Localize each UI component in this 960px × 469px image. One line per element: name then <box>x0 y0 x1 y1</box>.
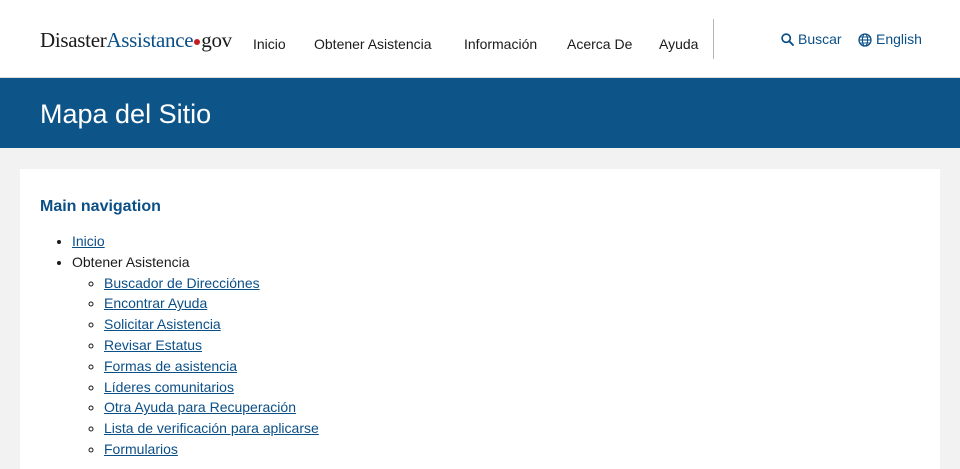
sitemap-subitem: Formularios <box>104 439 319 460</box>
sitemap-link-buscador[interactable]: Buscador de Direcciónes <box>104 275 260 291</box>
sitemap-link-lideres[interactable]: Líderes comunitarios <box>104 379 234 395</box>
logo-text-gov: gov <box>201 28 232 52</box>
nav-divider <box>713 19 714 59</box>
logo-text-disaster: Disaster <box>40 28 107 52</box>
search-button[interactable]: Buscar <box>781 31 842 48</box>
language-label: English <box>876 31 922 47</box>
page-title: Mapa del Sitio <box>40 99 212 129</box>
logo-text-assistance: Assistance <box>106 28 194 52</box>
sitemap-item: Inicio <box>72 231 319 252</box>
sitemap-subitem: Buscador de Direcciónes <box>104 273 319 294</box>
sitemap-card: Main navigation Inicio Obtener Asistenci… <box>20 169 940 469</box>
sitemap-link-otra-ayuda[interactable]: Otra Ayuda para Recuperación <box>104 399 296 415</box>
site-header: DisasterAssistance gov Inicio Obtener Asi… <box>0 0 960 78</box>
sitemap-sublist: Buscador de Direcciónes Encontrar Ayuda … <box>72 273 319 460</box>
sitemap-link-inicio[interactable]: Inicio <box>72 233 105 249</box>
nav-obtener-asistencia[interactable]: Obtener Asistencia <box>314 36 432 53</box>
page-banner: Mapa del Sitio <box>0 78 960 148</box>
globe-icon <box>858 32 872 47</box>
sitemap-item: Obtener Asistencia Buscador de Dirección… <box>72 252 319 460</box>
sitemap-subitem: Otra Ayuda para Recuperación <box>104 397 319 418</box>
sitemap-subitem: Formas de asistencia <box>104 356 319 377</box>
sitemap-link-formas[interactable]: Formas de asistencia <box>104 358 237 374</box>
sitemap-link-lista-verificacion[interactable]: Lista de verificación para aplicarse <box>104 420 319 436</box>
language-toggle[interactable]: English <box>858 31 922 48</box>
nav-inicio[interactable]: Inicio <box>253 36 286 53</box>
sitemap-subitem: Encontrar Ayuda <box>104 293 319 314</box>
nav-acerca-de[interactable]: Acerca De <box>567 36 632 53</box>
sitemap-link-encontrar-ayuda[interactable]: Encontrar Ayuda <box>104 295 207 311</box>
site-logo[interactable]: DisasterAssistance gov <box>40 28 232 52</box>
logo-dot-icon <box>194 38 201 45</box>
sitemap-subitem: Solicitar Asistencia <box>104 314 319 335</box>
sitemap-subitem: Revisar Estatus <box>104 335 319 356</box>
nav-ayuda[interactable]: Ayuda <box>659 36 698 53</box>
sitemap-subitem: Líderes comunitarios <box>104 377 319 398</box>
search-icon <box>781 33 794 46</box>
sitemap-link-solicitar[interactable]: Solicitar Asistencia <box>104 316 221 332</box>
sitemap-list: Inicio Obtener Asistencia Buscador de Di… <box>40 231 319 460</box>
nav-informacion[interactable]: Información <box>464 36 537 53</box>
sitemap-link-revisar-estatus[interactable]: Revisar Estatus <box>104 337 202 353</box>
sitemap-subitem: Lista de verificación para aplicarse <box>104 418 319 439</box>
search-label: Buscar <box>798 31 842 47</box>
sitemap-heading: Main navigation <box>40 198 161 215</box>
sitemap-link-formularios[interactable]: Formularios <box>104 441 178 457</box>
sitemap-label-obtener-asistencia: Obtener Asistencia <box>72 253 190 270</box>
